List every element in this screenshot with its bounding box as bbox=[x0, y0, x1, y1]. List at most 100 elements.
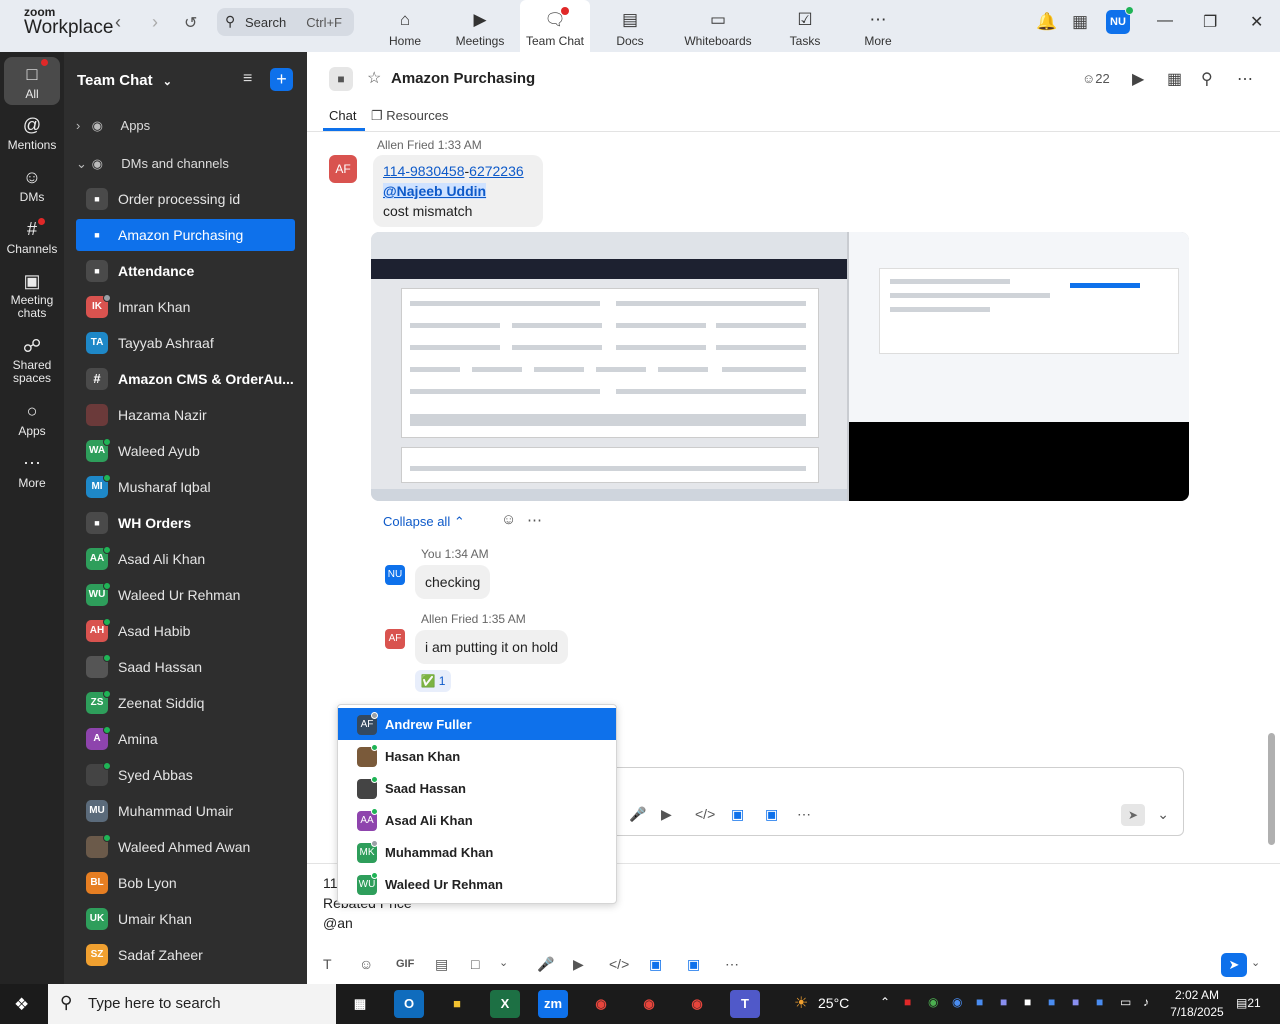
mention-option[interactable]: Hasan Khan bbox=[338, 740, 616, 772]
team-chat-title[interactable]: Team Chat ⌄ bbox=[77, 72, 172, 89]
chrome-icon[interactable]: ◉ bbox=[634, 990, 664, 1018]
channel-title[interactable]: Amazon Purchasing bbox=[391, 70, 535, 87]
weather-temp[interactable]: 25°C bbox=[818, 995, 849, 1011]
sidebar-item[interactable]: UK Umair Khan bbox=[76, 903, 295, 935]
tab-docs[interactable]: ▤ Docs bbox=[594, 0, 666, 52]
volume-icon[interactable]: ♪ bbox=[1143, 995, 1149, 1009]
code-icon[interactable]: </> bbox=[609, 956, 629, 972]
mention-option[interactable]: AF Andrew Fuller bbox=[338, 708, 616, 740]
tray-app-icon[interactable]: ◉ bbox=[928, 995, 938, 1009]
more-options-icon[interactable]: ⋯ bbox=[797, 806, 811, 823]
app-icon[interactable]: ▣ bbox=[687, 956, 700, 973]
close-icon[interactable]: ✕ bbox=[1250, 12, 1263, 32]
send-button[interactable]: ➤ bbox=[1221, 953, 1247, 977]
app-icon[interactable]: ▣ bbox=[765, 806, 778, 823]
tab-team-chat[interactable]: 🗨 Team Chat bbox=[520, 0, 590, 52]
filter-icon[interactable]: ≡ bbox=[243, 70, 252, 88]
sidebar-item[interactable]: ■ Attendance bbox=[76, 255, 295, 287]
video-message-icon[interactable]: ▶ bbox=[573, 956, 584, 973]
rail-more[interactable]: ⋯ More bbox=[0, 452, 64, 490]
rail-channels[interactable]: # Channels bbox=[0, 218, 64, 256]
microphone-icon[interactable]: 🎤 bbox=[629, 806, 646, 823]
sidebar-item[interactable]: IK Imran Khan bbox=[76, 291, 295, 323]
search-box[interactable]: ⚲ Search Ctrl+F bbox=[217, 8, 354, 36]
tray-app-icon[interactable]: ■ bbox=[1024, 995, 1031, 1009]
sidebar-item[interactable]: BL Bob Lyon bbox=[76, 867, 295, 899]
sidebar-item[interactable]: ■ Amazon Purchasing bbox=[76, 219, 295, 251]
section-dms-channels[interactable]: ⌄ ◉ DMs and channels bbox=[76, 156, 229, 172]
section-apps[interactable]: › ◉ Apps bbox=[76, 118, 150, 134]
order-link[interactable]: 6272236 bbox=[469, 163, 524, 179]
video-call-icon[interactable]: ▶ bbox=[1132, 69, 1144, 89]
chevron-down-icon[interactable]: ⌄ bbox=[1157, 806, 1169, 823]
mention-option[interactable]: WU Waleed Ur Rehman bbox=[338, 868, 616, 900]
chevron-down-icon[interactable]: ⌄ bbox=[499, 956, 508, 969]
tab-tasks[interactable]: ☑ Tasks bbox=[769, 0, 841, 52]
sidebar-item[interactable]: # Amazon CMS & OrderAu... bbox=[76, 363, 295, 395]
rail-all[interactable]: □ All bbox=[4, 57, 60, 105]
sidebar-item[interactable]: MI Musharaf Iqbal bbox=[76, 471, 295, 503]
search-icon[interactable]: ⚲ bbox=[1201, 69, 1213, 89]
tab-chat[interactable]: Chat bbox=[329, 108, 356, 123]
code-icon[interactable]: </> bbox=[695, 806, 715, 822]
emoji-icon[interactable]: ☺ bbox=[359, 956, 373, 972]
chrome-icon[interactable]: ◉ bbox=[682, 990, 712, 1018]
sidebar-item[interactable]: ZS Zeenat Siddiq bbox=[76, 687, 295, 719]
sidebar-item[interactable]: MU Muhammad Umair bbox=[76, 795, 295, 827]
zoom-app-icon[interactable]: zm bbox=[538, 990, 568, 1018]
avatar[interactable]: AF bbox=[385, 629, 405, 649]
sidebar-item[interactable]: Saad Hassan bbox=[76, 651, 295, 683]
tray-app-icon[interactable]: ■ bbox=[976, 995, 983, 1009]
user-mention[interactable]: @Najeeb Uddin bbox=[383, 183, 487, 199]
mention-option[interactable]: MK Muhammad Khan bbox=[338, 836, 616, 868]
windows-start-icon[interactable]: ❖ bbox=[14, 995, 29, 1015]
more-options-icon[interactable]: ⋯ bbox=[527, 511, 542, 529]
microphone-icon[interactable]: 🎤 bbox=[537, 956, 554, 973]
sidebar-item[interactable]: AA Asad Ali Khan bbox=[76, 543, 295, 575]
tab-home[interactable]: ⌂ Home bbox=[369, 0, 441, 52]
video-message-icon[interactable]: ▶ bbox=[661, 806, 672, 823]
tray-app-icon[interactable]: ■ bbox=[1048, 995, 1055, 1009]
teams-icon[interactable]: T bbox=[730, 990, 760, 1018]
sidebar-item[interactable]: TA Tayyab Ashraaf bbox=[76, 327, 295, 359]
task-view-icon[interactable]: ▦ bbox=[345, 990, 375, 1018]
chevron-up-icon[interactable]: ⌃ bbox=[880, 995, 890, 1009]
sidebar-item[interactable]: SZ Sadaf Zaheer bbox=[76, 939, 295, 971]
reaction-icon[interactable]: ☺ bbox=[501, 511, 516, 528]
file-icon[interactable]: ▤ bbox=[435, 956, 448, 973]
new-chat-button[interactable]: + bbox=[270, 68, 293, 91]
sidebar-item[interactable]: AH Asad Habib bbox=[76, 615, 295, 647]
maximize-icon[interactable]: ❐ bbox=[1203, 12, 1217, 32]
sidebar-item[interactable]: WA Waleed Ayub bbox=[76, 435, 295, 467]
tray-app-icon[interactable]: ■ bbox=[904, 995, 911, 1009]
mention-option[interactable]: AA Asad Ali Khan bbox=[338, 804, 616, 836]
history-icon[interactable]: ↺ bbox=[184, 13, 197, 33]
tab-meetings[interactable]: ▶ Meetings bbox=[444, 0, 516, 52]
sidebar-item[interactable]: A Amina bbox=[76, 723, 295, 755]
avatar[interactable]: AF bbox=[329, 155, 357, 183]
screenshot-icon[interactable]: □ bbox=[471, 956, 479, 972]
file-explorer-icon[interactable]: ■ bbox=[442, 990, 472, 1018]
calendar-icon[interactable]: ▦ bbox=[1167, 69, 1182, 89]
mention-option[interactable]: Saad Hassan bbox=[338, 772, 616, 804]
tray-app-icon[interactable]: ■ bbox=[1096, 995, 1103, 1009]
taskbar-search[interactable]: ⚲ Type here to search bbox=[48, 984, 336, 1024]
sidebar-item[interactable]: Waleed Ahmed Awan bbox=[76, 831, 295, 863]
gif-icon[interactable]: GIF bbox=[396, 958, 414, 970]
sidebar-item[interactable]: Syed Abbas bbox=[76, 759, 295, 791]
order-link[interactable]: 114-9830458 bbox=[383, 163, 464, 179]
screenshot-attachment[interactable] bbox=[371, 232, 1189, 501]
forward-arrow-icon[interactable]: › bbox=[152, 12, 158, 33]
chrome-icon[interactable]: ◉ bbox=[586, 990, 616, 1018]
tray-app-icon[interactable]: ■ bbox=[1072, 995, 1079, 1009]
sidebar-item[interactable]: ■ Order processing id bbox=[76, 183, 295, 215]
rail-mentions[interactable]: @ Mentions bbox=[0, 114, 64, 152]
collapse-all-link[interactable]: Collapse all ⌃ bbox=[383, 514, 465, 530]
send-icon[interactable]: ➤ bbox=[1121, 804, 1145, 826]
members-count[interactable]: ☺22 bbox=[1082, 71, 1110, 86]
more-options-icon[interactable]: ⋯ bbox=[1237, 69, 1253, 89]
chevron-down-icon[interactable]: ⌄ bbox=[1251, 956, 1260, 969]
clock[interactable]: 2:02 AM 7/18/2025 bbox=[1168, 987, 1226, 1021]
rail-dms[interactable]: ☺ DMs bbox=[0, 166, 64, 204]
bell-icon[interactable]: 🔔 bbox=[1036, 12, 1057, 32]
